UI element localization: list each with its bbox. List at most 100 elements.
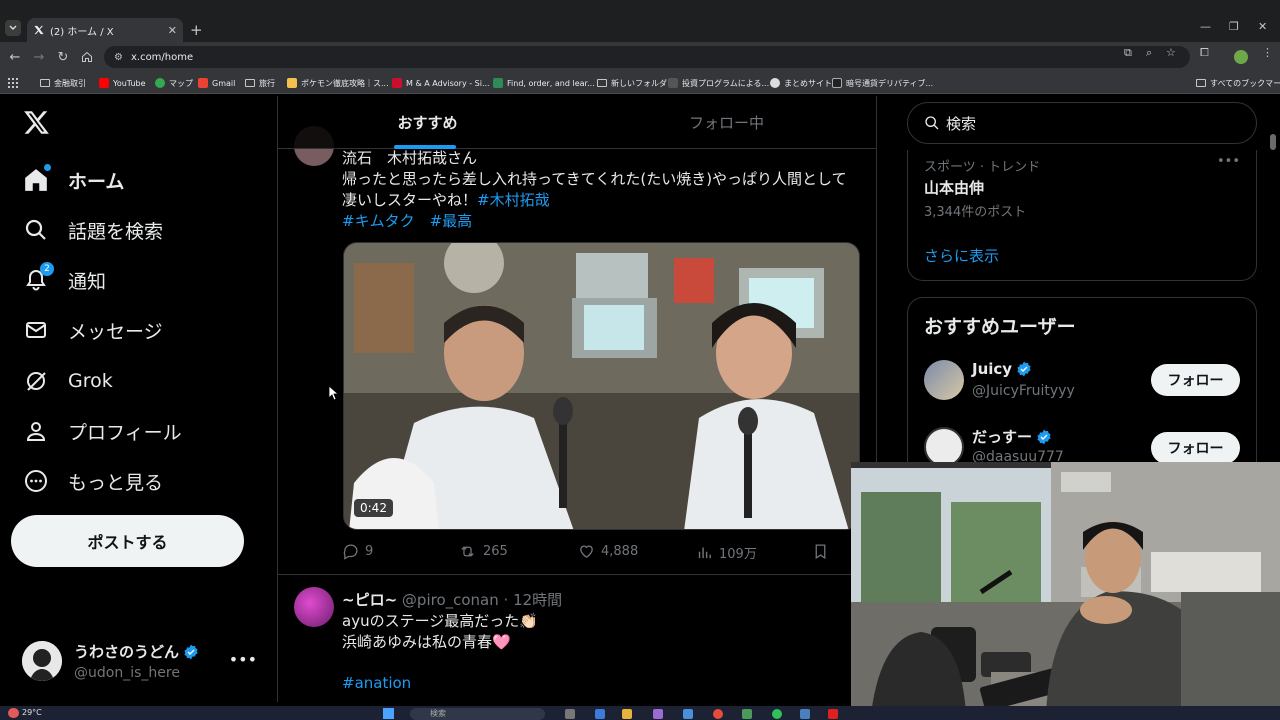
browser-tab-bar: (2) ホーム / X ✕ + — ❐ ✕ xyxy=(0,0,1280,42)
install-app-icon[interactable]: ⧉ xyxy=(1124,46,1132,60)
app-icon[interactable] xyxy=(683,709,693,719)
windows-taskbar: 29°C 検索 xyxy=(0,706,1280,720)
follow-button[interactable]: フォロー xyxy=(1151,432,1240,464)
hashtag-link[interactable]: #木村拓哉 xyxy=(477,191,550,209)
chrome-icon[interactable] xyxy=(713,709,723,719)
sidebar-item-label: ホーム xyxy=(68,170,125,193)
kebab-menu-icon[interactable]: ⋮ xyxy=(1262,46,1273,59)
file-explorer-icon[interactable] xyxy=(622,709,632,719)
profile-avatar-icon[interactable] xyxy=(1234,50,1248,64)
line-icon[interactable] xyxy=(772,709,782,719)
sidebar-item-notifications[interactable]: 2 通知 xyxy=(22,262,106,298)
bookmark-item[interactable]: 金融取引 xyxy=(40,76,86,90)
app-icon[interactable] xyxy=(800,709,810,719)
weather-widget[interactable]: 29°C xyxy=(22,708,42,717)
zoom-icon[interactable]: ⌕ xyxy=(1146,46,1152,60)
minimize-icon[interactable]: — xyxy=(1200,20,1211,33)
hashtag-link[interactable]: #キムタク xyxy=(342,212,415,230)
bookmark-label: マップ xyxy=(169,78,193,88)
close-tab-icon[interactable]: ✕ xyxy=(168,24,177,37)
bookmarks-bar: 金融取引 YouTube マップ Gmail 旅行 ポケモン徹底攻略｜ス... … xyxy=(0,72,1280,94)
reply-icon xyxy=(343,544,358,560)
scrollbar-thumb[interactable] xyxy=(1270,134,1276,150)
windows-start-icon[interactable] xyxy=(383,708,394,719)
sidebar-item-label: もっと見る xyxy=(68,471,164,494)
bookmark-item[interactable]: ポケモン徹底攻略｜ス... xyxy=(287,76,389,90)
bookmark-label: Gmail xyxy=(212,78,236,88)
like-button[interactable]: 4,888 xyxy=(578,543,638,560)
restore-icon[interactable]: ❐ xyxy=(1229,20,1239,33)
bookmark-icon xyxy=(815,544,826,560)
more-horizontal-icon[interactable]: ••• xyxy=(1217,154,1240,169)
avatar[interactable] xyxy=(924,360,964,400)
tab-for-you[interactable]: おすすめ xyxy=(278,96,577,149)
bookmark-item[interactable]: M & A Advisory - Si... xyxy=(392,76,490,90)
apps-grid-icon[interactable] xyxy=(8,76,18,90)
bookmark-star-icon[interactable]: ☆ xyxy=(1166,46,1176,59)
all-bookmarks-button[interactable]: すべてのブックマーク xyxy=(1196,76,1280,90)
bookmark-item[interactable]: 新しいフォルダ xyxy=(597,76,667,90)
site-info-icon[interactable]: ⚙ xyxy=(114,52,123,63)
bookmark-label: 金融取引 xyxy=(54,78,86,88)
browser-tab[interactable]: (2) ホーム / X ✕ xyxy=(27,18,183,42)
bookmark-button[interactable] xyxy=(813,543,834,560)
extensions-icon[interactable]: ⧠ xyxy=(1200,46,1209,60)
user-name[interactable]: Juicy xyxy=(972,360,1012,378)
repost-button[interactable]: 265 xyxy=(458,543,508,560)
app-icon[interactable] xyxy=(653,709,663,719)
trend-name[interactable]: 山本由伸 xyxy=(924,177,984,198)
bookmark-item[interactable]: 旅行 xyxy=(245,76,275,90)
sidebar-item-grok[interactable]: Grok xyxy=(22,363,113,399)
sidebar-item-profile[interactable]: プロフィール xyxy=(22,413,182,449)
show-more-link[interactable]: さらに表示 xyxy=(924,245,999,266)
reload-icon[interactable]: ↻ xyxy=(55,49,71,65)
task-view-icon[interactable] xyxy=(565,709,575,719)
home-button-icon[interactable] xyxy=(79,49,95,65)
tweet-author-name[interactable]: ~ピロ~ xyxy=(342,591,397,609)
account-switcher[interactable]: うわさのうどん @udon_is_here ••• xyxy=(22,636,267,686)
home-icon xyxy=(22,164,51,194)
address-bar[interactable]: ⚙ x.com/home xyxy=(104,46,1190,68)
post-button[interactable]: ポストする xyxy=(11,515,244,567)
new-tab-button[interactable]: + xyxy=(190,21,203,39)
tweet-author-handle[interactable]: @piro_conan xyxy=(402,591,499,609)
copilot-icon[interactable] xyxy=(595,709,605,719)
user-name[interactable]: だっすー xyxy=(972,426,1032,447)
sidebar-item-home[interactable]: ホーム xyxy=(22,162,124,198)
reply-button[interactable]: 9 xyxy=(342,543,373,560)
user-name-row: だっすー xyxy=(972,426,1052,447)
bookmark-item[interactable]: YouTube xyxy=(99,76,146,90)
bookmark-item[interactable]: 投資プログラムによる... xyxy=(668,76,769,90)
youtube-icon[interactable] xyxy=(828,709,838,719)
bookmark-item[interactable]: Gmail xyxy=(198,76,235,90)
forward-arrow-icon[interactable]: → xyxy=(31,49,47,65)
follow-button[interactable]: フォロー xyxy=(1151,364,1240,396)
tab-following[interactable]: フォロー中 xyxy=(577,96,876,149)
tweet-video[interactable]: 0:42 xyxy=(343,242,860,530)
search-input[interactable]: 検索 xyxy=(907,102,1257,144)
trend-post-count: 3,344件のポスト xyxy=(924,205,1027,220)
tab-search-button[interactable] xyxy=(5,20,21,36)
bookmark-item[interactable]: Find, order, and lear... xyxy=(493,76,595,90)
avatar[interactable] xyxy=(924,427,964,467)
invest-icon xyxy=(668,78,678,88)
trends-card: スポーツ · トレンド ••• 山本由伸 3,344件のポスト さらに表示 xyxy=(907,150,1257,281)
taskbar-search[interactable]: 検索 xyxy=(410,708,545,720)
app-icon[interactable] xyxy=(742,709,752,719)
x-logo-icon[interactable] xyxy=(23,109,50,136)
hashtag-link[interactable]: #anation xyxy=(342,674,411,692)
bookmark-item[interactable]: 暗号通貨デリバティブ... xyxy=(832,76,933,90)
sidebar-item-more[interactable]: もっと見る xyxy=(22,463,163,499)
sidebar-item-messages[interactable]: メッセージ xyxy=(22,312,163,348)
tweet-timestamp[interactable]: · 12時間 xyxy=(504,591,563,609)
close-window-icon[interactable]: ✕ xyxy=(1258,20,1267,33)
back-arrow-icon[interactable]: ← xyxy=(7,49,23,65)
more-horizontal-icon[interactable]: ••• xyxy=(229,650,257,669)
bookmark-item[interactable]: マップ xyxy=(155,76,193,90)
sidebar-item-explore[interactable]: 話題を検索 xyxy=(22,212,163,248)
tweet-author-avatar[interactable] xyxy=(294,587,334,627)
gmail-icon xyxy=(198,78,208,88)
hashtag-link[interactable]: #最高 xyxy=(430,212,473,230)
views-button[interactable]: 109万 xyxy=(696,543,757,562)
bookmark-item[interactable]: まとめサイト xyxy=(770,76,832,90)
